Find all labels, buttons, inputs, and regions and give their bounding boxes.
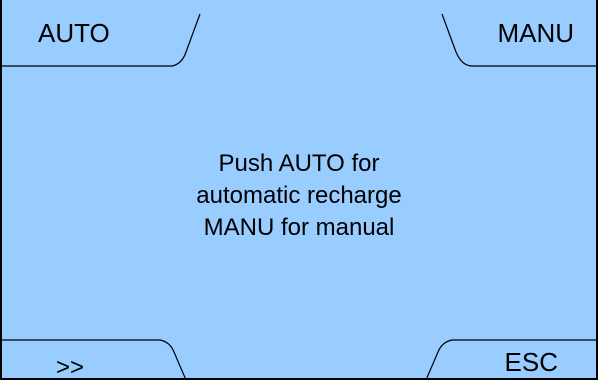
next-button-label: >> — [56, 354, 85, 381]
message-line-2: automatic recharge — [196, 182, 402, 209]
instruction-message: Push AUTO for automatic recharge MANU fo… — [2, 148, 596, 244]
message-line-3: MANU for manual — [203, 214, 395, 241]
auto-button-label: AUTO — [38, 18, 110, 48]
message-line-1: Push AUTO for — [218, 150, 380, 177]
esc-button-label: ESC — [504, 347, 558, 377]
hmi-screen: AUTO MANU >> ESC Push AUTO for automatic… — [0, 0, 598, 380]
auto-button[interactable]: AUTO — [38, 20, 178, 60]
manu-button[interactable]: MANU — [476, 20, 588, 60]
esc-button[interactable]: ESC — [472, 349, 588, 379]
manu-button-label: MANU — [497, 18, 574, 48]
next-button[interactable]: >> — [56, 356, 166, 380]
